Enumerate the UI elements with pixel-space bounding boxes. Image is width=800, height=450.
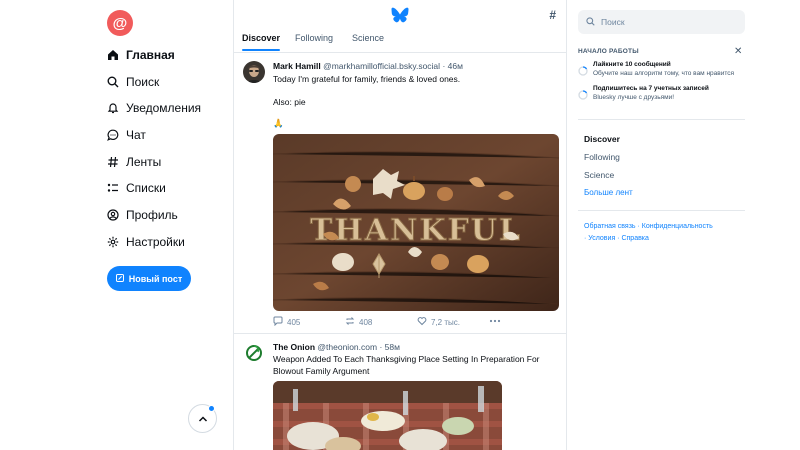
avatar[interactable] xyxy=(243,61,265,83)
search-input[interactable]: Поиск xyxy=(578,10,745,34)
feed-column: # Discover Following Science Mark Hamill… xyxy=(233,0,567,450)
nav-lists-label: Списки xyxy=(126,181,166,195)
post-author-name[interactable]: Mark Hamill xyxy=(273,61,321,71)
task-follow-accounts[interactable]: Подпишитесь на 7 учетных записей Bluesky… xyxy=(578,85,745,107)
post-text-line: Also: pie xyxy=(273,97,306,107)
task-description: Bluesky лучше с друзьями! xyxy=(593,94,675,101)
task-title: Лайкните 10 сообщений xyxy=(593,61,671,68)
post-item[interactable]: Mark Hamill @markhamillofficial.bsky.soc… xyxy=(234,53,566,334)
new-posts-dot xyxy=(208,405,215,412)
post-author-handle[interactable]: @markhamillofficial.bsky.social xyxy=(323,61,440,71)
left-nav: @ Главная Поиск Уведомления Чат Ленты Сп xyxy=(0,0,233,450)
heart-icon xyxy=(417,316,427,328)
post-actions: 405 408 7,2 тыс. xyxy=(273,316,559,328)
divider xyxy=(578,210,745,211)
reply-button[interactable]: 405 xyxy=(273,316,300,328)
home-icon xyxy=(107,49,119,61)
active-tab-indicator xyxy=(242,49,280,51)
post-text-line: Blowout Family Argument xyxy=(273,366,370,376)
more-feeds-link[interactable]: Больше лент xyxy=(584,188,633,197)
post-item[interactable]: The Onion @theonion.com · 58м Weapon Add… xyxy=(234,334,566,450)
tab-science[interactable]: Science xyxy=(352,33,384,43)
progress-ring-icon xyxy=(578,87,588,100)
post-author-name[interactable]: The Onion xyxy=(273,342,315,352)
search-placeholder: Поиск xyxy=(601,17,625,27)
nav-search[interactable]: Поиск xyxy=(107,72,159,92)
user-avatar[interactable]: @ xyxy=(107,10,133,36)
nav-feeds-label: Ленты xyxy=(126,155,162,169)
post-emoji: 🙏 xyxy=(273,118,284,128)
profile-icon xyxy=(107,209,119,221)
like-count: 7,2 тыс. xyxy=(431,317,460,327)
avatar[interactable] xyxy=(243,342,265,364)
bell-icon xyxy=(107,102,119,114)
feed-link-following[interactable]: Following xyxy=(584,152,620,162)
feed-link-science[interactable]: Science xyxy=(584,170,614,180)
repost-icon xyxy=(345,316,355,328)
feed-link-discover[interactable]: Discover xyxy=(584,134,620,144)
new-post-button[interactable]: Новый пост xyxy=(107,266,191,291)
nav-home-label: Главная xyxy=(126,48,175,62)
repost-count: 408 xyxy=(359,317,373,327)
nav-profile[interactable]: Профиль xyxy=(107,205,178,225)
divider xyxy=(578,119,745,120)
nav-notifications[interactable]: Уведомления xyxy=(107,98,201,118)
close-icon[interactable]: ✕ xyxy=(734,46,742,57)
nav-chat-label: Чат xyxy=(126,128,146,142)
reply-count: 405 xyxy=(287,317,301,327)
footer-links[interactable]: Обратная связь · Конфиденциальность · Ус… xyxy=(584,221,744,245)
footer-links-line[interactable]: Обратная связь · Конфиденциальность xyxy=(584,221,744,233)
post-author-handle[interactable]: @theonion.com xyxy=(317,342,377,352)
nav-feeds[interactable]: Ленты xyxy=(107,152,161,172)
scroll-to-top-button[interactable] xyxy=(188,404,217,433)
gear-icon xyxy=(107,236,119,248)
search-icon xyxy=(107,76,119,88)
search-icon xyxy=(586,16,595,28)
post-image[interactable]: THANKFUL xyxy=(273,134,559,311)
task-description: Обучите наш алгоритм тому, что вам нрави… xyxy=(593,70,735,77)
task-title: Подпишитесь на 7 учетных записей xyxy=(593,85,709,92)
nav-notifications-label: Уведомления xyxy=(126,101,202,115)
more-options-button[interactable] xyxy=(489,316,501,325)
chevron-up-icon xyxy=(198,410,208,428)
like-button[interactable]: 7,2 тыс. xyxy=(417,316,460,328)
post-text-line: Today I'm grateful for family, friends &… xyxy=(273,74,461,84)
nav-lists[interactable]: Списки xyxy=(107,178,166,198)
thankful-image-text: THANKFUL xyxy=(310,213,522,248)
getting-started-title: НАЧАЛО РАБОТЫ xyxy=(578,48,639,55)
nav-chat[interactable]: Чат xyxy=(107,125,146,145)
compose-icon xyxy=(115,273,124,284)
nav-settings-label: Настройки xyxy=(126,235,185,249)
nav-search-label: Поиск xyxy=(126,75,160,89)
nav-profile-label: Профиль xyxy=(126,208,178,222)
nav-home[interactable]: Главная xyxy=(107,45,175,65)
reply-icon xyxy=(273,316,283,328)
chat-icon xyxy=(107,129,119,141)
ellipsis-icon xyxy=(489,316,501,325)
post-header: Mark Hamill @markhamillofficial.bsky.soc… xyxy=(273,61,463,71)
list-icon xyxy=(107,182,119,194)
post-header: The Onion @theonion.com · 58м xyxy=(273,342,400,352)
post-time[interactable]: · 46м xyxy=(442,61,463,71)
task-like-posts[interactable]: Лайкните 10 сообщений Обучите наш алгори… xyxy=(578,61,745,83)
post-text-line: Weapon Added To Each Thanksgiving Place … xyxy=(273,354,540,364)
footer-links-line[interactable]: · Условия · Справка xyxy=(584,233,744,245)
post-image[interactable] xyxy=(273,381,502,450)
repost-button[interactable]: 408 xyxy=(345,316,372,328)
nav-settings[interactable]: Настройки xyxy=(107,232,185,252)
bluesky-logo-icon[interactable] xyxy=(391,7,409,23)
new-post-label: Новый пост xyxy=(128,273,183,284)
tab-following[interactable]: Following xyxy=(295,33,333,43)
post-time[interactable]: · 58м xyxy=(379,342,400,352)
tab-discover[interactable]: Discover xyxy=(242,33,280,43)
feed-header: # Discover Following Science xyxy=(234,0,566,53)
hash-icon xyxy=(107,156,119,168)
feeds-hash-icon[interactable]: # xyxy=(549,8,556,22)
right-sidebar: Поиск НАЧАЛО РАБОТЫ ✕ Лайкните 10 сообще… xyxy=(567,0,800,450)
progress-ring-icon xyxy=(578,63,588,76)
